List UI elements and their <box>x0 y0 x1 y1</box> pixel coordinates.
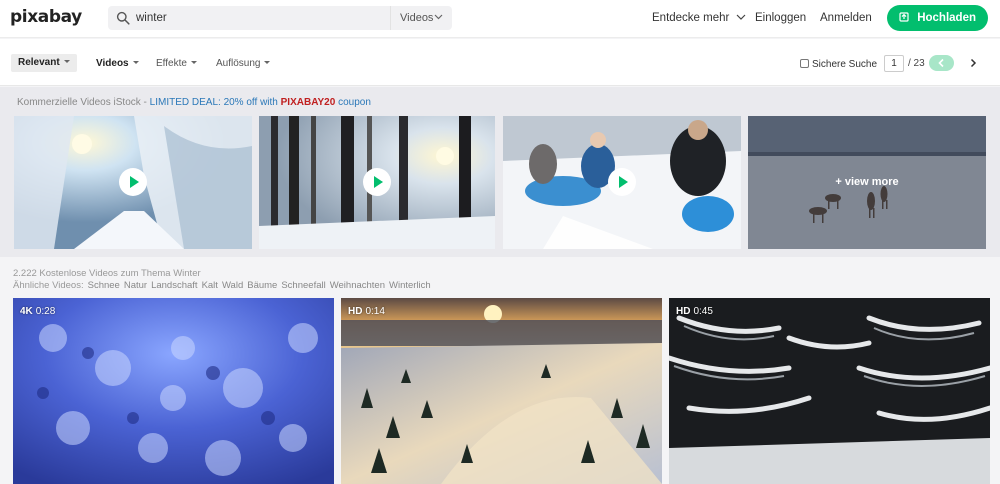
play-button[interactable] <box>608 168 636 196</box>
effects-dropdown[interactable]: Effekte <box>156 58 197 69</box>
promo-video-thumbnail[interactable] <box>14 116 252 249</box>
next-page-button[interactable] <box>962 55 984 71</box>
play-button[interactable] <box>119 168 147 196</box>
view-more-label[interactable]: + view more <box>748 176 986 188</box>
view-more-tile[interactable]: + view more <box>748 116 986 249</box>
search-input[interactable] <box>136 6 386 30</box>
resolution-dropdown[interactable]: Auflösung <box>216 58 271 69</box>
play-icon <box>374 176 383 188</box>
related-tag[interactable]: Natur <box>124 280 147 291</box>
related-tag[interactable]: Bäume <box>247 280 277 291</box>
page-total: / 23 <box>908 58 925 69</box>
quality-label: 4K <box>20 306 33 317</box>
snowy-spruce-branches-image <box>669 298 990 484</box>
caret-down-icon <box>132 61 139 64</box>
signup-link[interactable]: Anmelden <box>820 12 872 24</box>
related-tag[interactable]: Schnee <box>88 280 120 291</box>
related-tag[interactable]: Landschaft <box>151 280 197 291</box>
login-link[interactable]: Einloggen <box>755 12 806 24</box>
related-tag[interactable]: Schneefall <box>281 280 325 291</box>
safe-search-checkbox[interactable] <box>800 59 809 68</box>
effects-label: Effekte <box>156 58 187 69</box>
chevron-right-icon <box>970 58 977 68</box>
resolution-label: Auflösung <box>216 58 261 69</box>
video-meta-badge: 4K 0:28 <box>20 306 55 317</box>
frozen-forest-aerial-image <box>13 298 334 484</box>
page-number-input[interactable]: 1 <box>884 55 904 72</box>
results-count: 2.222 Kostenlose Videos zum Thema Winter <box>13 268 201 279</box>
upload-icon <box>899 12 909 22</box>
caret-down-icon <box>63 60 70 63</box>
related-label: Ähnliche Videos: <box>13 280 84 291</box>
video-meta-badge: HD 0:45 <box>676 306 713 317</box>
video-result-card[interactable]: HD 0:14 <box>341 298 662 484</box>
istock-promo-section: Kommerzielle Videos iStock - LIMITED DEA… <box>0 87 1000 257</box>
promo-video-thumbnail[interactable] <box>259 116 495 249</box>
discover-more-label: Entdecke mehr <box>652 12 730 24</box>
upload-label: Hochladen <box>917 12 976 24</box>
search-type-label: Videos <box>400 12 434 24</box>
video-result-card[interactable]: HD 0:45 <box>669 298 990 484</box>
promo-deal: LIMITED DEAL: 20% off with <box>149 97 281 108</box>
filter-bar: Relevant Videos Effekte Auflösung Sicher… <box>0 39 1000 86</box>
search-type-select[interactable]: Videos <box>390 6 452 30</box>
related-tag[interactable]: Kalt <box>202 280 218 291</box>
safe-search-label: Sichere Suche <box>812 59 878 70</box>
media-type-dropdown[interactable]: Videos <box>96 58 139 69</box>
duration-label: 0:28 <box>35 306 56 317</box>
quality-label: HD <box>676 306 691 317</box>
caret-down-icon <box>190 61 197 64</box>
chevron-left-icon <box>938 58 944 68</box>
promo-video-thumbnail[interactable] <box>503 116 741 249</box>
video-result-card[interactable]: 4K 0:28 <box>13 298 334 484</box>
sort-label: Relevant <box>18 57 60 68</box>
promo-code: PIXABAY20 <box>280 97 336 108</box>
quality-label: HD <box>348 306 363 317</box>
search-bar[interactable]: Videos <box>108 6 452 30</box>
duration-label: 0:45 <box>693 306 713 317</box>
prev-page-button[interactable] <box>929 55 954 71</box>
play-icon <box>619 176 628 188</box>
related-videos-bar: Ähnliche Videos: Schnee Natur Landschaft Kal… <box>13 280 431 291</box>
chevron-down-icon <box>736 14 745 20</box>
related-tag[interactable]: Wald <box>222 280 243 291</box>
video-meta-badge: HD 0:14 <box>348 306 385 317</box>
safe-search-toggle[interactable]: Sichere Suche <box>800 59 877 70</box>
promo-banner[interactable]: Kommerzielle Videos iStock - LIMITED DEA… <box>17 97 371 108</box>
search-icon <box>116 11 130 25</box>
related-tag[interactable]: Weihnachten <box>330 280 385 291</box>
related-tag[interactable]: Winterlich <box>389 280 431 291</box>
chevron-down-icon <box>434 14 443 20</box>
pixabay-logo[interactable]: pixabay <box>10 7 82 27</box>
duration-label: 0:14 <box>365 306 385 317</box>
discover-more-menu[interactable]: Entdecke mehr <box>652 12 746 24</box>
play-button[interactable] <box>363 168 391 196</box>
caret-down-icon <box>264 61 271 64</box>
play-icon <box>130 176 139 188</box>
upload-button[interactable]: Hochladen <box>887 5 988 31</box>
media-type-label: Videos <box>96 58 129 69</box>
sunset-snow-hills-image <box>341 298 662 484</box>
top-header: pixabay Videos Entdecke mehr Einloggen A… <box>0 0 1000 38</box>
promo-label: Kommerzielle Videos iStock - <box>17 97 150 108</box>
promo-coupon: coupon <box>335 97 371 108</box>
sort-relevant-dropdown[interactable]: Relevant <box>11 54 77 72</box>
